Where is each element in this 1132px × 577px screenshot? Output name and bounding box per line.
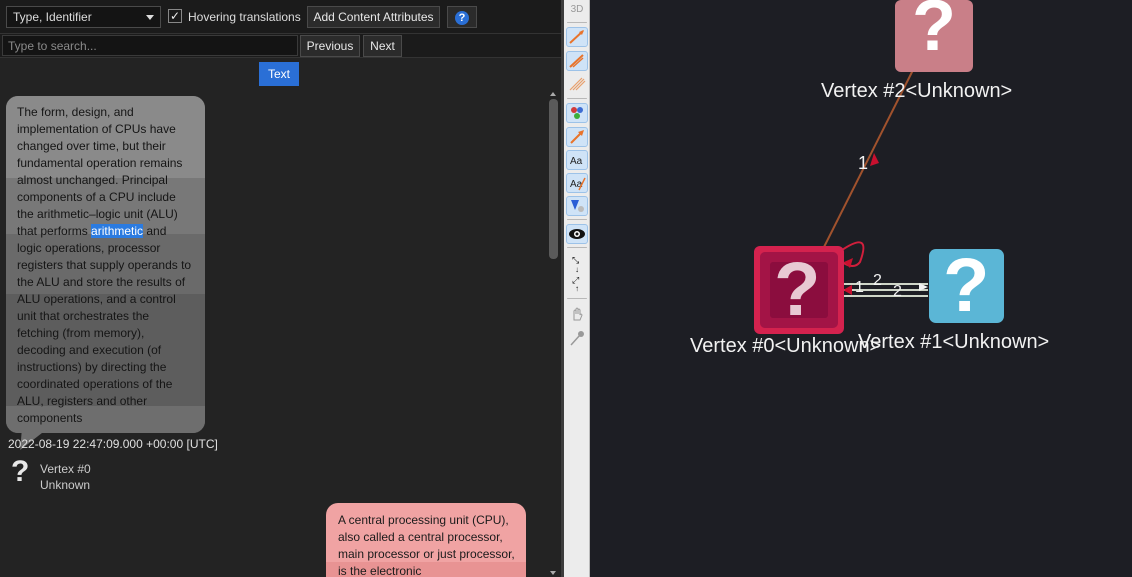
- help-icon: ?: [455, 11, 469, 25]
- message-text-part: and logic operations, processor register…: [17, 224, 192, 425]
- previous-button[interactable]: Previous: [300, 35, 360, 57]
- svg-text:Aa: Aa: [570, 179, 583, 190]
- toolbar-separator: [567, 247, 587, 248]
- text-tab-button[interactable]: Text: [259, 62, 299, 86]
- edge-label: 2: [873, 272, 882, 289]
- conversation-toolbar: Type, Identifier ✓ Hovering translations…: [0, 0, 561, 34]
- eye-icon[interactable]: [566, 224, 588, 244]
- message-list: The form, design, and implementation of …: [0, 90, 546, 577]
- vertex-2-glyph: ?: [912, 0, 956, 66]
- vertex-0-glyph: ?: [774, 247, 821, 332]
- edge-label: 2: [893, 283, 902, 300]
- edge-label: 1: [855, 279, 864, 296]
- message-text[interactable]: The form, design, and implementation of …: [17, 104, 199, 427]
- edge-arrow: [843, 285, 852, 295]
- draw-edges-icon[interactable]: [566, 27, 588, 47]
- vertex-2-label: Vertex #2<Unknown>: [821, 80, 1013, 102]
- freeform-selection-icon[interactable]: [566, 329, 588, 349]
- hover-translations-label: Hovering translations: [188, 10, 301, 24]
- message-timestamp: 2022-08-19 22:47:09.000 +00:00 [UTC]: [8, 437, 218, 451]
- conversation-panel: Type, Identifier ✓ Hovering translations…: [0, 0, 561, 577]
- message-sender[interactable]: Vertex #0 Unknown: [40, 461, 91, 493]
- message-bubble: The form, design, and implementation of …: [6, 96, 205, 433]
- toolbar-separator: [567, 22, 587, 23]
- unknown-type-icon: ?: [11, 455, 30, 488]
- expand-contract-icon[interactable]: ⤡ ↓ ⤢ ↑: [566, 252, 588, 293]
- draw-transactions-icon[interactable]: [566, 51, 588, 71]
- node-colors-icon[interactable]: [566, 103, 588, 123]
- add-content-attributes-button[interactable]: Add Content Attributes: [307, 6, 440, 28]
- vertical-scrollbar[interactable]: [546, 90, 561, 577]
- label-type-select[interactable]: Type, Identifier: [6, 6, 161, 28]
- svg-text:↑: ↑: [575, 284, 579, 292]
- sender-type: Unknown: [40, 478, 91, 492]
- sender-name: Vertex #0: [40, 462, 91, 476]
- search-input[interactable]: [2, 35, 298, 56]
- svg-text:↓: ↓: [575, 265, 579, 274]
- message-text-part: The form, design, and implementation of …: [17, 105, 183, 238]
- message-text[interactable]: A central processing unit (CPU), also ca…: [338, 512, 520, 577]
- help-button[interactable]: ?: [447, 6, 477, 28]
- scroll-up-icon[interactable]: [550, 92, 556, 96]
- vertex-0-label: Vertex #0<Unknown>: [690, 335, 882, 357]
- toggle-3d-button[interactable]: 3D: [566, 0, 588, 20]
- graph-canvas[interactable]: ? ? ? Vertex #2<Unknown> Vertex #0<Unkno…: [590, 0, 1132, 577]
- toolbar-separator: [567, 98, 587, 99]
- svg-text:Aa: Aa: [570, 156, 583, 167]
- graph-toolbar: 3D Aa Aa ⤡ ↓ ⤢ ↑: [564, 0, 590, 577]
- blazes-icon[interactable]: [566, 196, 588, 216]
- next-button[interactable]: Next: [363, 35, 402, 57]
- vertex-1-label: Vertex #1<Unknown>: [858, 331, 1050, 353]
- search-row: [0, 34, 561, 58]
- svg-text:⤡: ⤡: [572, 255, 579, 265]
- edge-arrow-icon[interactable]: [566, 127, 588, 147]
- toolbar-separator: [567, 219, 587, 220]
- chevron-down-icon: [146, 15, 154, 20]
- search-highlight: arithmetic: [91, 224, 144, 238]
- hover-translations-checkbox[interactable]: ✓: [168, 9, 182, 23]
- scrollbar-thumb[interactable]: [549, 99, 558, 259]
- node-labels-icon[interactable]: Aa: [566, 150, 588, 170]
- edge-label: 1: [858, 153, 869, 173]
- hand-icon[interactable]: [566, 305, 588, 325]
- scroll-down-icon[interactable]: [550, 571, 556, 575]
- toolbar-separator: [567, 298, 587, 299]
- draw-links-icon[interactable]: [566, 75, 588, 95]
- message-bubble: A central processing unit (CPU), also ca…: [326, 503, 526, 577]
- label-type-select-value: Type, Identifier: [13, 10, 92, 24]
- vertex-1-glyph: ?: [943, 243, 990, 328]
- edge-labels-icon[interactable]: Aa: [566, 173, 588, 193]
